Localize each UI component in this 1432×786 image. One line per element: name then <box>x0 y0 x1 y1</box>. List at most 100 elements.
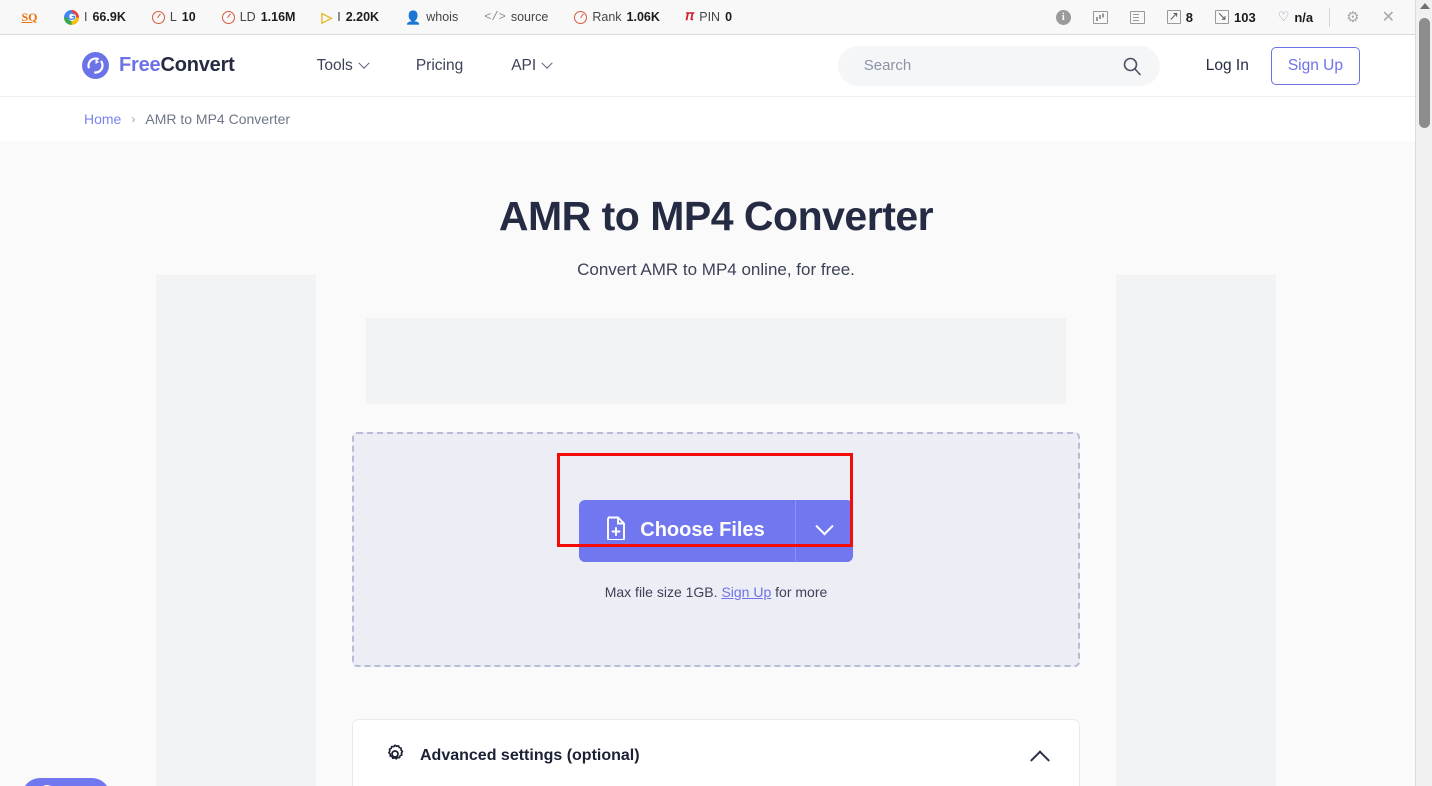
rank-metric[interactable]: Rank 1.06K <box>561 0 673 35</box>
choose-files-group: Choose Files <box>579 499 853 562</box>
rank-metric-value: 1.06K <box>626 10 660 24</box>
advanced-settings-label: Advanced settings (optional) <box>420 747 640 764</box>
chevron-down-icon <box>815 517 834 536</box>
dashboard-button[interactable] <box>1082 10 1119 24</box>
google-index-metric[interactable]: I 66.9K <box>51 0 139 35</box>
internal-links-metric[interactable]: ↘ 103 <box>1204 9 1267 25</box>
close-icon: ✕ <box>1381 9 1395 26</box>
nav-tools-label: Tools <box>316 56 353 74</box>
ad-placeholder-left <box>156 275 316 786</box>
source-button[interactable]: </> source <box>471 0 561 35</box>
search-box[interactable] <box>837 45 1160 86</box>
ad-placeholder-top <box>366 318 1066 404</box>
gear-icon: ⚙ <box>1346 9 1360 26</box>
converter-panel: AMR to MP4 Converter Convert AMR to MP4 … <box>352 141 1080 786</box>
links-metric-label: L <box>169 10 177 24</box>
dashboard-icon <box>1092 10 1108 24</box>
scrollbar-thumb[interactable] <box>1419 18 1430 128</box>
main-content: AMR to MP4 Converter Convert AMR to MP4 … <box>0 141 1415 786</box>
header-right-group: Log In Sign Up <box>837 45 1360 86</box>
extension-right-group: i ↗ 8 ↘ 103 ♡ n/a ⚙ ✕ <box>1045 0 1432 35</box>
search-icon[interactable] <box>1122 56 1142 76</box>
breadcrumb-separator-icon: › <box>131 112 136 126</box>
whois-label: whois <box>426 10 459 24</box>
ad-placeholder-right <box>1116 275 1276 786</box>
extension-metrics-group: SQ I 66.9K L 10 LD 1.16M ▷ I 2.20K 👤 who… <box>0 0 745 35</box>
max-size-suffix: for more <box>775 583 828 600</box>
file-dropzone[interactable]: Choose Files Max file size 1GB. Sign Up … <box>352 432 1080 667</box>
code-source-icon: </> <box>484 10 506 24</box>
browser-extension-toolbar: SQ I 66.9K L 10 LD 1.16M ▷ I 2.20K 👤 who… <box>0 0 1432 35</box>
advanced-settings-card[interactable]: Advanced settings (optional) <box>352 719 1080 786</box>
breadcrumb-home-link[interactable]: Home <box>84 111 121 127</box>
pin-metric-label: PIN <box>699 10 721 24</box>
bing-index-metric[interactable]: ▷ I 2.20K <box>308 0 392 35</box>
external-links-metric[interactable]: ↗ 8 <box>1156 9 1204 25</box>
nav-pricing-label: Pricing <box>415 56 464 74</box>
max-size-prefix: Max file size 1GB. <box>604 583 718 600</box>
signup-button[interactable]: Sign Up <box>1270 46 1360 85</box>
chevron-down-icon <box>358 57 370 69</box>
brand-text: FreeConvert <box>119 54 235 77</box>
page-viewport: FreeConvert Tools Pricing API Search Log… <box>0 35 1415 786</box>
main-nav: Tools Pricing API <box>293 57 576 75</box>
health-metric[interactable]: ♡ n/a <box>1267 9 1324 25</box>
search-input[interactable] <box>863 57 1122 74</box>
bing-metric-label: I <box>337 10 341 24</box>
document-list-button[interactable] <box>1119 10 1156 24</box>
bing-icon: ▷ <box>321 9 333 25</box>
add-file-icon <box>605 516 627 546</box>
ring-clock-icon <box>151 10 165 24</box>
internal-link-icon: ↘ <box>1214 9 1229 24</box>
google-metric-label: I <box>84 10 88 24</box>
chevron-up-icon[interactable] <box>1030 750 1050 771</box>
document-list-icon <box>1129 10 1145 24</box>
links-metric[interactable]: L 10 <box>139 0 209 35</box>
help-widget-button[interactable]: ? Help <box>22 778 111 786</box>
close-toolbar-button[interactable]: ✕ <box>1371 7 1406 27</box>
toolbar-divider <box>1329 7 1331 27</box>
internal-links-value: 103 <box>1233 9 1256 25</box>
breadcrumb-current: AMR to MP4 Converter <box>145 111 291 127</box>
heart-icon: ♡ <box>1277 9 1290 24</box>
freeconvert-logo-icon <box>82 52 109 79</box>
info-button[interactable]: i <box>1045 9 1082 25</box>
rank-metric-label: Rank <box>592 10 622 24</box>
google-icon <box>64 9 79 26</box>
brand-second: Convert <box>160 54 235 76</box>
brand-logo[interactable]: FreeConvert <box>82 52 235 79</box>
health-value: n/a <box>1294 9 1314 25</box>
site-header: FreeConvert Tools Pricing API Search Log… <box>0 35 1415 97</box>
advanced-settings-left: Advanced settings (optional) <box>385 743 640 769</box>
external-links-value: 8 <box>1185 9 1193 25</box>
signup-link[interactable]: Sign Up <box>721 584 771 600</box>
choose-files-label: Choose Files <box>640 519 765 541</box>
gear-icon <box>385 743 405 769</box>
nav-item-pricing[interactable]: Pricing <box>392 57 487 75</box>
scroll-up-arrow-icon[interactable] <box>1420 3 1430 9</box>
page-title: AMR to MP4 Converter <box>498 193 934 239</box>
choose-files-dropdown-button[interactable] <box>794 499 853 562</box>
nav-item-tools[interactable]: Tools <box>293 57 392 75</box>
ld-metric-label: LD <box>239 10 256 24</box>
choose-files-button[interactable]: Choose Files <box>579 499 795 562</box>
nav-item-api[interactable]: API <box>487 57 575 75</box>
person-icon: 👤 <box>405 9 422 25</box>
ring-clock-icon <box>221 10 235 24</box>
ring-clock-icon <box>574 10 588 24</box>
external-link-icon: ↗ <box>1166 9 1181 24</box>
nav-api-label: API <box>511 56 537 74</box>
seoquake-logo-button[interactable]: SQ <box>8 0 51 35</box>
login-button[interactable]: Log In <box>1184 57 1271 75</box>
settings-button[interactable]: ⚙ <box>1335 8 1370 26</box>
pinterest-icon: 𝜋 <box>685 9 695 24</box>
ld-metric-value: 1.16M <box>260 10 296 24</box>
source-label: source <box>510 10 549 24</box>
bing-metric-value: 2.20K <box>345 10 380 24</box>
whois-button[interactable]: 👤 whois <box>392 0 471 35</box>
page-scrollbar[interactable] <box>1415 0 1432 786</box>
chevron-down-icon <box>541 57 553 69</box>
pinterest-metric[interactable]: 𝜋 PIN 0 <box>673 0 745 35</box>
linking-domains-metric[interactable]: LD 1.16M <box>209 0 309 35</box>
info-icon: i <box>1055 9 1071 25</box>
